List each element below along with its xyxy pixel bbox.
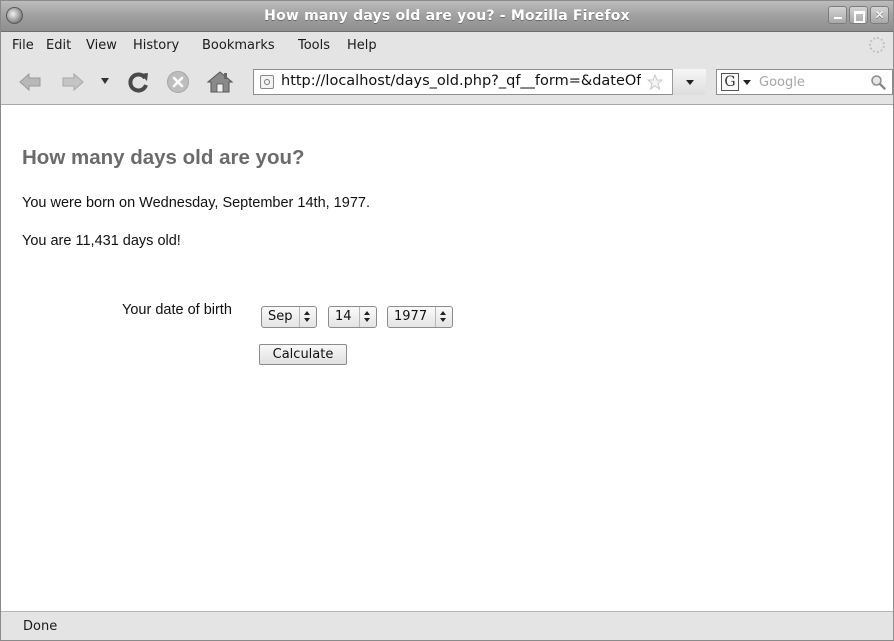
year-select-arrows-icon [435,307,452,327]
date-of-birth-label: Your date of birth [122,302,232,318]
search-input[interactable] [759,73,859,91]
back-icon[interactable] [19,72,41,92]
title-bar[interactable]: How many days old are you? - Mozilla Fir… [1,1,893,32]
menu-help[interactable]: Help [347,38,377,53]
year-select-value: 1977 [394,309,428,324]
forward-icon[interactable] [62,72,84,92]
month-select-value: Sep [268,309,293,324]
page-content: How many days old are you? You were born… [1,105,893,611]
day-select[interactable]: 14 [328,306,377,328]
history-dropdown-icon[interactable] [101,78,109,84]
navigation-toolbar: http://localhost/days_old.php?_qf__form=… [1,60,893,105]
menu-tools[interactable]: Tools [298,38,330,53]
stop-icon[interactable] [166,70,190,94]
browser-window: How many days old are you? - Mozilla Fir… [0,0,894,641]
search-bar[interactable]: G [716,69,893,95]
calculate-button[interactable]: Calculate [259,344,347,365]
menu-edit[interactable]: Edit [46,38,71,53]
reload-icon[interactable] [127,70,151,94]
url-history-dropdown-button[interactable] [672,69,706,95]
search-engine-icon[interactable]: G [721,73,739,91]
year-select[interactable]: 1977 [387,306,453,328]
home-icon[interactable] [207,70,233,94]
search-engine-dropdown-icon[interactable] [743,80,751,85]
window-controls: ✕ [826,6,889,24]
address-bar[interactable]: http://localhost/days_old.php?_qf__form=… [253,69,706,95]
status-bar: Done [1,611,893,640]
day-select-value: 14 [335,309,352,324]
page-heading: How many days old are you? [22,146,305,169]
menu-history[interactable]: History [133,38,179,53]
day-select-arrows-icon [359,307,376,327]
menu-bar: File Edit View History Bookmarks Tools H… [1,32,893,60]
throbber-icon [869,37,885,53]
window-title: How many days old are you? - Mozilla Fir… [264,8,630,24]
bookmark-star-icon[interactable] [647,74,663,90]
menu-view[interactable]: View [86,38,117,53]
menu-file[interactable]: File [12,38,34,53]
url-text[interactable]: http://localhost/days_old.php?_qf__form=… [281,73,641,89]
minimize-button[interactable] [828,6,847,24]
close-button[interactable]: ✕ [870,6,889,24]
site-icon[interactable] [260,75,274,89]
month-select-arrows-icon [299,307,316,327]
maximize-button[interactable] [849,6,868,24]
magnifier-icon[interactable] [870,74,886,90]
month-select[interactable]: Sep [261,306,317,328]
status-text: Done [23,619,58,634]
days-old-text: You are 11,431 days old! [22,233,181,249]
birth-date-text: You were born on Wednesday, September 14… [22,195,370,211]
menu-bookmarks[interactable]: Bookmarks [202,38,275,53]
